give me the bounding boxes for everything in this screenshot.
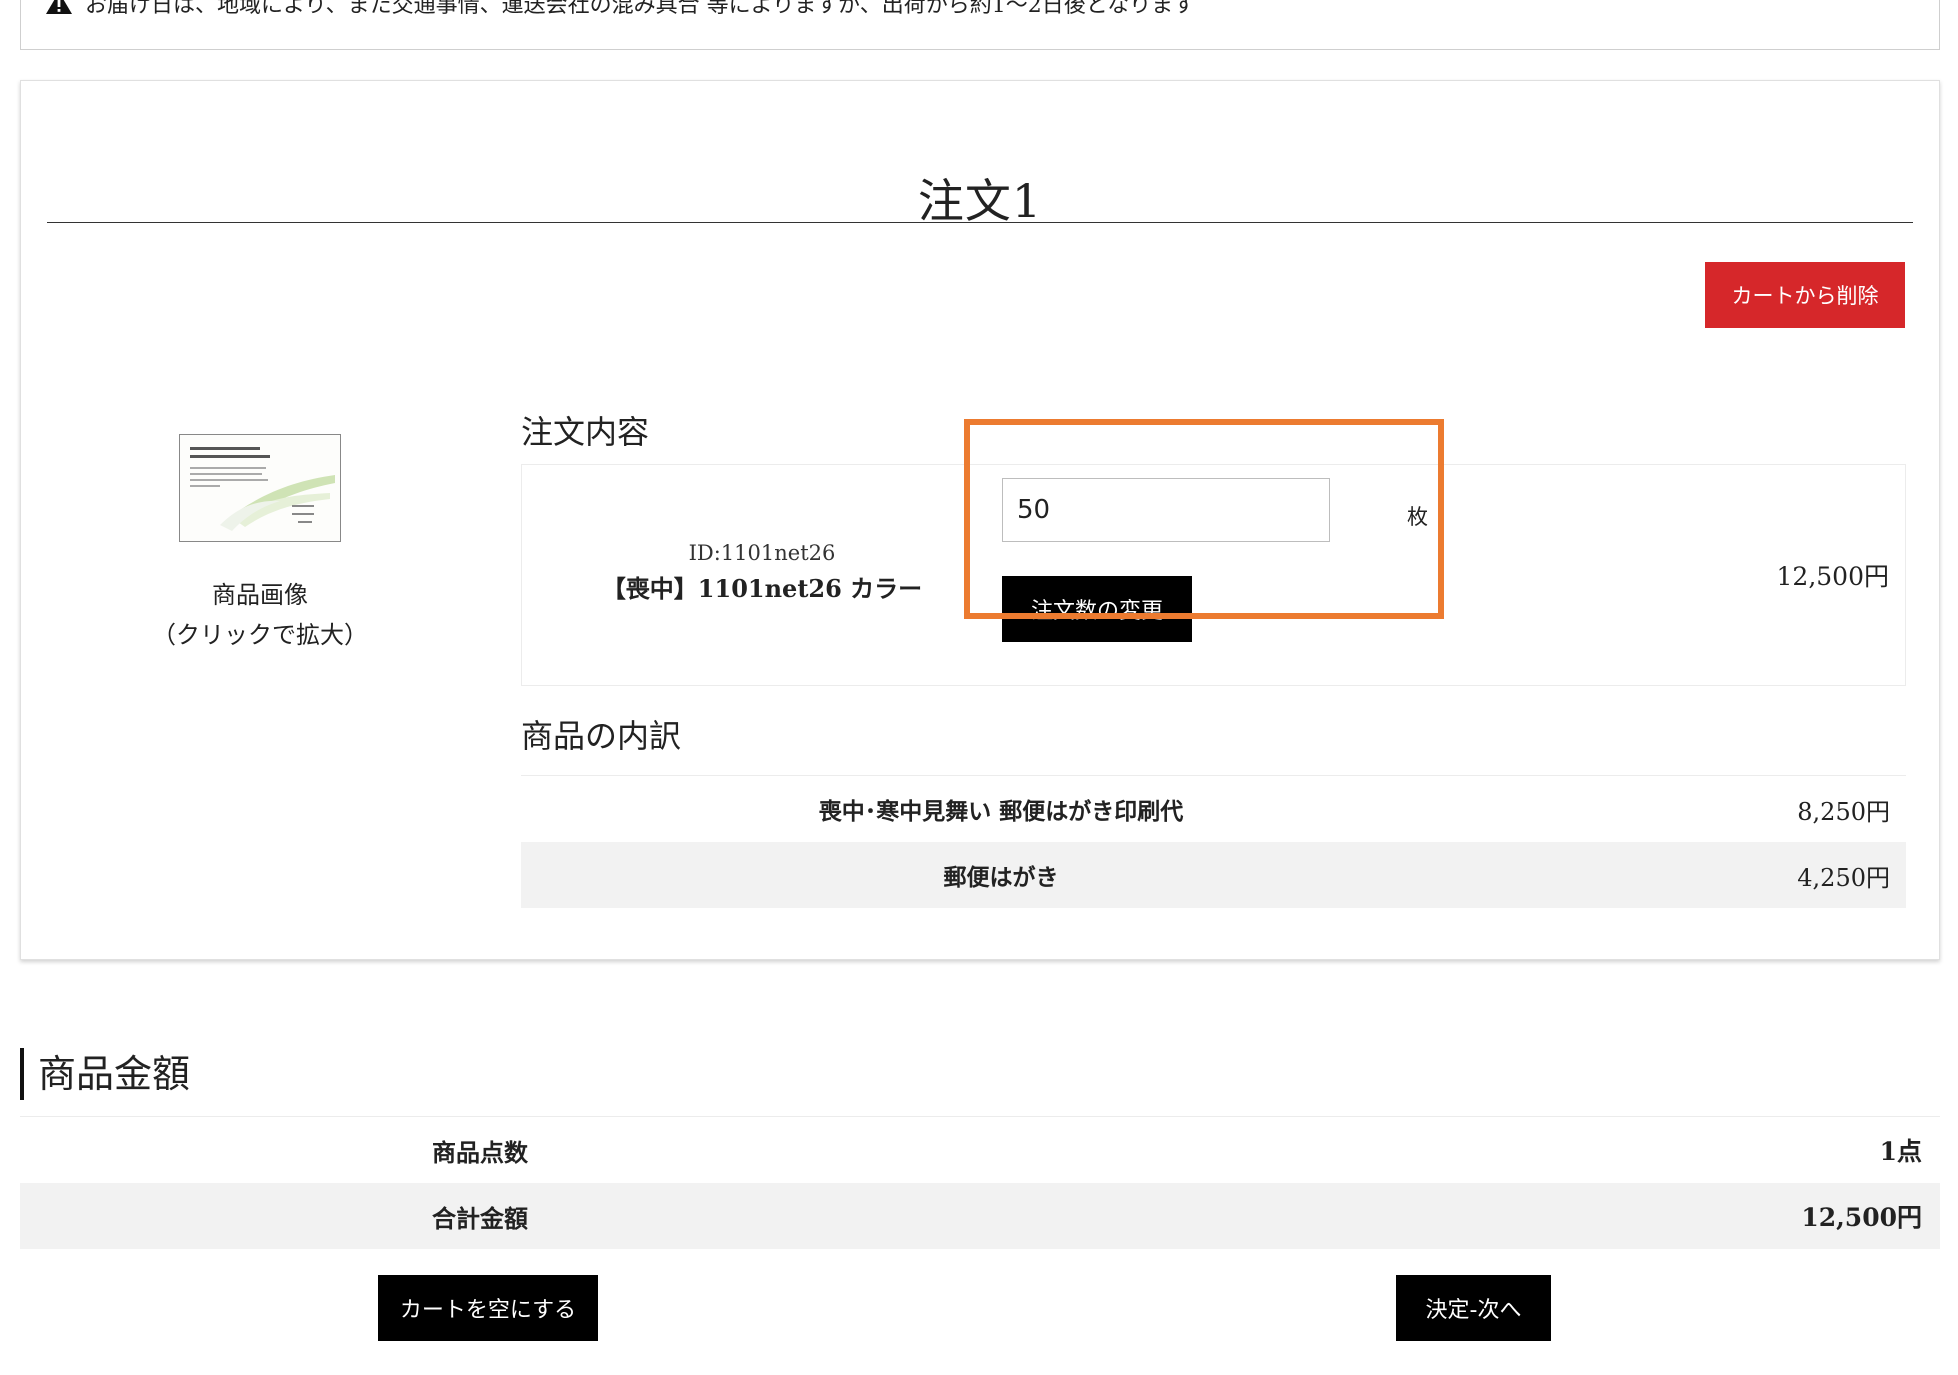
warning-icon	[46, 0, 72, 14]
summary-heading: 商品金額	[20, 1048, 190, 1100]
table-row: 商品点数 1点	[20, 1116, 1940, 1183]
thumbnail-caption: 商品画像 （クリックで拡大）	[141, 575, 379, 655]
product-name: 【喪中】1101net26 カラー	[601, 574, 923, 603]
table-row: 喪中･寒中見舞い 郵便はがき印刷代 8,250円	[521, 775, 1906, 842]
order-content-heading: 注文内容	[521, 413, 650, 451]
summary-table: 商品点数 1点 合計金額 12,500円	[20, 1116, 1940, 1249]
delivery-notice: お届け日は、地域により、また交通事情、運送会社の混み具合 等によりますが、出荷か…	[20, 0, 1940, 50]
title-divider	[47, 222, 1913, 223]
product-id: ID:1101net26	[688, 541, 836, 565]
quantity-unit: 枚	[1407, 505, 1428, 529]
summary-value: 1点	[1879, 1137, 1922, 1166]
notice-text: お届け日は、地域により、また交通事情、運送会社の混み具合 等によりますが、出荷か…	[85, 0, 1196, 18]
remove-from-cart-button[interactable]: カートから削除	[1705, 262, 1905, 328]
quantity-input[interactable]	[1002, 478, 1330, 542]
product-thumbnail[interactable]	[179, 434, 341, 542]
breakdown-label: 郵便はがき	[943, 865, 1059, 891]
breakdown-label: 喪中･寒中見舞い 郵便はがき印刷代	[818, 799, 1184, 825]
breakdown-amount: 8,250円	[1797, 797, 1890, 826]
thumbnail-caption-hint: （クリックで拡大）	[152, 621, 368, 649]
breakdown-heading: 商品の内訳	[521, 717, 682, 755]
breakdown-table: 喪中･寒中見舞い 郵便はがき印刷代 8,250円 郵便はがき 4,250円	[521, 775, 1906, 908]
proceed-next-button[interactable]: 決定-次へ	[1396, 1275, 1551, 1341]
summary-label: 合計金額	[432, 1203, 528, 1233]
empty-cart-button[interactable]: カートを空にする	[378, 1275, 598, 1341]
change-quantity-button[interactable]: 注文数の変更	[1002, 576, 1192, 642]
order-content-box: ID:1101net26 【喪中】1101net26 カラー 枚 注文数の変更 …	[521, 464, 1906, 686]
product-price: 12,500円	[1776, 562, 1889, 591]
order-card: 注文1 カートから削除 商品画像 （クリックで拡大） 注文内容 ID:1101n…	[20, 80, 1940, 960]
table-row: 郵便はがき 4,250円	[521, 842, 1906, 908]
thumbnail-caption-title: 商品画像	[212, 581, 308, 609]
summary-label: 商品点数	[432, 1137, 528, 1167]
breakdown-amount: 4,250円	[1797, 863, 1890, 892]
card-preview-image	[180, 435, 340, 541]
summary-value: 12,500円	[1801, 1203, 1922, 1232]
table-row: 合計金額 12,500円	[20, 1183, 1940, 1249]
